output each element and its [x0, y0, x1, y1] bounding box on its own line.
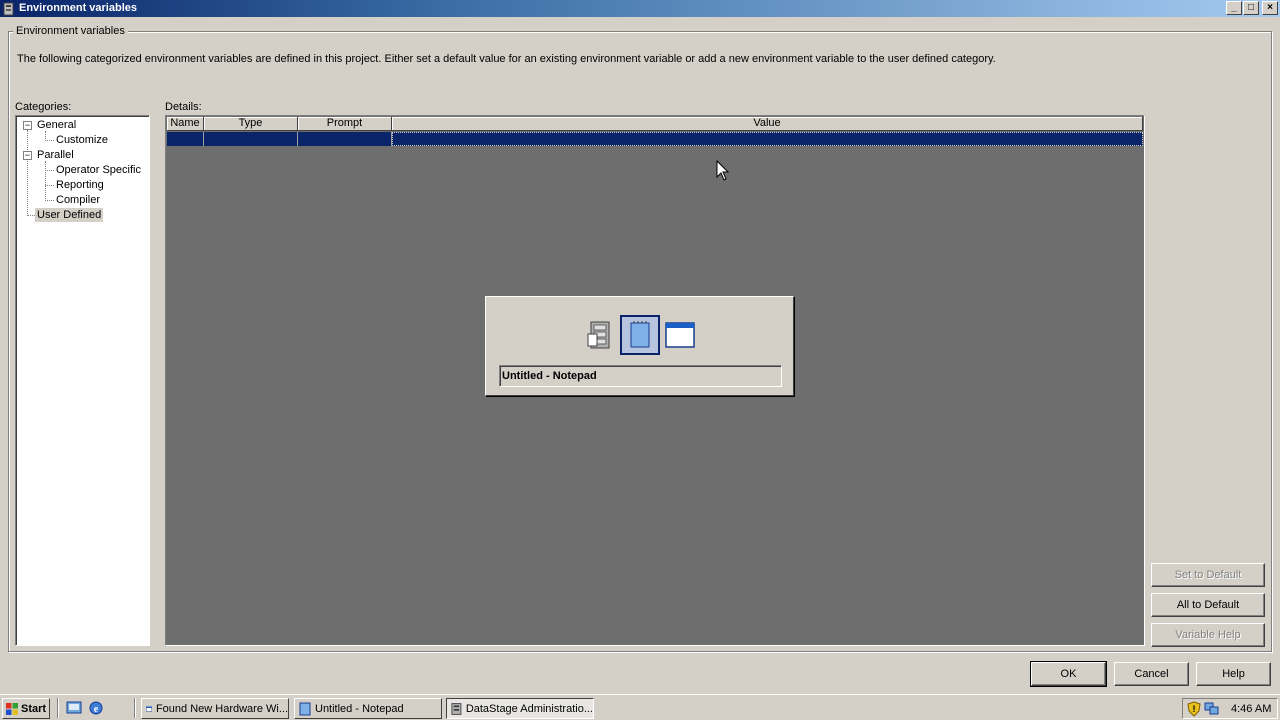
notepad-icon — [299, 702, 311, 715]
taskbar: Start e Found New Hardware Wi... Untitle… — [0, 694, 1280, 720]
all-to-default-label: All to Default — [1176, 599, 1240, 611]
task-label: Untitled - Notepad — [315, 702, 404, 715]
categories-label: Categories: — [15, 101, 72, 113]
task-untitled-notepad[interactable]: Untitled - Notepad — [294, 698, 442, 719]
datastage-app-icon — [3, 2, 14, 15]
variable-help-label: Variable Help — [1175, 629, 1241, 641]
notepad-icon[interactable] — [620, 315, 660, 355]
prompt-cell[interactable] — [298, 132, 392, 146]
internet-explorer-icon[interactable]: e — [88, 700, 104, 716]
task-datastage-administration[interactable]: DataStage Administratio... — [446, 698, 594, 719]
start-label: Start — [21, 702, 47, 715]
tree-item-user-defined[interactable]: User Defined — [35, 208, 104, 222]
help-button[interactable]: Help — [1196, 662, 1271, 686]
collapse-parallel-icon[interactable]: − — [23, 151, 32, 160]
task-switcher: Untitled - Notepad — [485, 296, 794, 396]
windows-logo-icon — [6, 702, 18, 715]
system-tray: ! 4:46 AM — [1182, 698, 1278, 719]
mouse-cursor-icon — [716, 160, 730, 181]
switcher-selected-name: Untitled - Notepad — [499, 365, 782, 387]
details-label: Details: — [165, 101, 202, 113]
clock[interactable]: 4:46 AM — [1231, 703, 1271, 715]
set-to-default-button[interactable]: Set to Default — [1151, 563, 1265, 587]
name-cell[interactable] — [167, 132, 204, 146]
variable-help-button[interactable]: Variable Help — [1151, 623, 1265, 647]
task-label: Found New Hardware Wi... — [155, 702, 288, 715]
security-shield-icon[interactable]: ! — [1187, 700, 1201, 717]
all-to-default-button[interactable]: All to Default — [1151, 593, 1265, 617]
network-icon[interactable] — [1204, 702, 1220, 716]
minimize-button[interactable]: _ — [1226, 1, 1242, 15]
task-found-new-hardware[interactable]: Found New Hardware Wi... — [141, 698, 289, 719]
value-cell[interactable] — [392, 132, 1143, 146]
cancel-button[interactable]: Cancel — [1114, 662, 1189, 686]
task-label: DataStage Administratio... — [465, 702, 593, 715]
tree-item-compiler[interactable]: Compiler — [56, 193, 100, 207]
datastage-icon[interactable] — [580, 315, 620, 355]
grid-header: Name Type Prompt Value — [167, 117, 1143, 131]
maximize-button[interactable]: □ — [1243, 1, 1259, 15]
window-title: Environment variables — [19, 2, 137, 14]
ok-button[interactable]: OK — [1030, 661, 1107, 687]
description-text: The following categorized environment va… — [17, 53, 996, 65]
group-label: Environment variables — [13, 25, 128, 37]
svg-text:e: e — [94, 704, 99, 715]
tree-item-operator-specific[interactable]: Operator Specific — [56, 163, 141, 177]
window-icon[interactable] — [660, 315, 700, 355]
window-icon — [146, 705, 152, 712]
help-label: Help — [1222, 668, 1245, 680]
column-type[interactable]: Type — [204, 117, 298, 131]
table-row[interactable] — [167, 132, 1143, 146]
tree-item-customize[interactable]: Customize — [56, 133, 108, 147]
title-bar[interactable]: Environment variables _ □ × — [0, 0, 1280, 17]
type-cell[interactable] — [204, 132, 298, 146]
collapse-general-icon[interactable]: − — [23, 121, 32, 130]
column-name[interactable]: Name — [167, 117, 204, 131]
start-button[interactable]: Start — [2, 698, 50, 719]
tree-item-reporting[interactable]: Reporting — [56, 178, 104, 192]
column-prompt[interactable]: Prompt — [298, 117, 392, 131]
set-to-default-label: Set to Default — [1174, 569, 1242, 581]
tree-item-parallel[interactable]: Parallel — [37, 148, 74, 162]
tree-item-general[interactable]: General — [37, 118, 76, 132]
column-value[interactable]: Value — [392, 117, 1143, 131]
cancel-label: Cancel — [1134, 668, 1169, 680]
show-desktop-icon[interactable] — [66, 700, 82, 716]
datastage-icon — [451, 702, 462, 715]
ok-label: OK — [1060, 668, 1077, 680]
categories-tree[interactable]: − General Customize − Parallel Operator … — [15, 115, 150, 646]
close-button[interactable]: × — [1262, 1, 1278, 15]
svg-text:!: ! — [1193, 704, 1196, 714]
